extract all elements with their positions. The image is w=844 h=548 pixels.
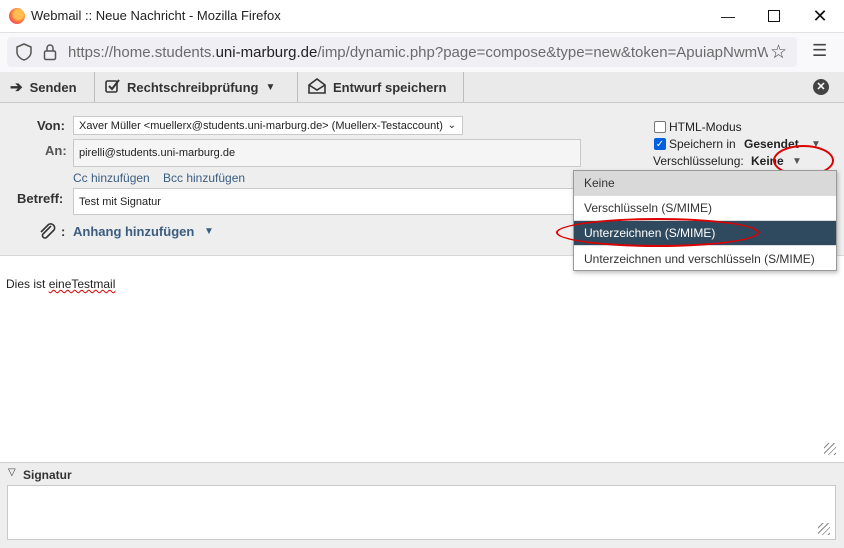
message-body[interactable] [0, 256, 844, 460]
firefox-logo-icon [9, 8, 25, 24]
window-title: Webmail :: Neue Nachricht - Mozilla Fire… [31, 8, 281, 23]
message-body-text[interactable]: Dies ist eineTestmail [6, 277, 115, 291]
signature-label: Signatur [23, 468, 72, 482]
lock-icon[interactable] [43, 43, 57, 66]
resize-handle-icon[interactable] [818, 523, 830, 535]
caret-down-icon[interactable]: ▼ [204, 226, 214, 237]
collapse-triangle-icon[interactable]: ▽ [8, 467, 16, 478]
save-sent-checkbox[interactable]: ✓ [654, 138, 666, 150]
resize-handle-icon[interactable] [824, 443, 836, 455]
encryption-option-sign-encrypt[interactable]: Unterzeichnen und verschlüsseln (S/MIME) [574, 246, 836, 271]
add-attachment-link[interactable]: Anhang hinzufügen [73, 224, 194, 239]
minimize-icon[interactable]: — [705, 0, 751, 32]
checkbox-check-icon [105, 78, 120, 96]
menu-icon[interactable]: ☰ [812, 41, 827, 61]
shield-icon[interactable] [15, 43, 33, 66]
to-field[interactable]: pirelli@students.uni-marburg.de [73, 139, 581, 167]
encryption-option-encrypt[interactable]: Verschlüsseln (S/MIME) [574, 196, 836, 221]
add-bcc-link[interactable]: Bcc hinzufügen [163, 171, 245, 185]
html-mode-checkbox[interactable] [654, 121, 666, 133]
save-in-label: Speichern in [669, 137, 736, 151]
from-label: Von: [37, 118, 65, 133]
envelope-open-icon [308, 77, 326, 97]
chevron-down-icon: ⌄ [447, 120, 456, 131]
add-cc-link[interactable]: Cc hinzufügen [73, 171, 150, 185]
send-button[interactable]: ➔ Senden [0, 72, 95, 102]
caret-down-icon[interactable]: ▼ [265, 82, 275, 93]
save-draft-button[interactable]: Entwurf speichern [298, 72, 464, 102]
url-text[interactable]: https://home.students.uni-marburg.de/imp… [68, 44, 768, 61]
signature-input[interactable] [7, 485, 836, 540]
arrow-right-icon: ➔ [10, 79, 23, 96]
maximize-icon[interactable] [751, 0, 797, 32]
encryption-option-none[interactable]: Keine [574, 171, 836, 196]
from-select[interactable]: Xaver Müller <muellerx@students.uni-marb… [73, 116, 463, 135]
bookmark-star-icon[interactable]: ☆ [770, 41, 787, 64]
html-mode-label: HTML-Modus [669, 120, 742, 134]
encryption-label: Verschlüsselung: [653, 154, 744, 168]
close-icon[interactable]: ✕ [797, 0, 843, 32]
annotation-circle [556, 218, 759, 247]
close-compose-icon[interactable]: ✕ [813, 79, 829, 95]
attach-colon: : [61, 224, 66, 239]
subject-input[interactable]: Test mit Signatur [73, 188, 575, 215]
subject-label: Betreff: [17, 191, 64, 206]
to-label: An: [45, 143, 67, 158]
spellcheck-button[interactable]: Rechtschreibprüfung ▼ [95, 72, 298, 102]
paperclip-icon[interactable] [38, 223, 58, 246]
